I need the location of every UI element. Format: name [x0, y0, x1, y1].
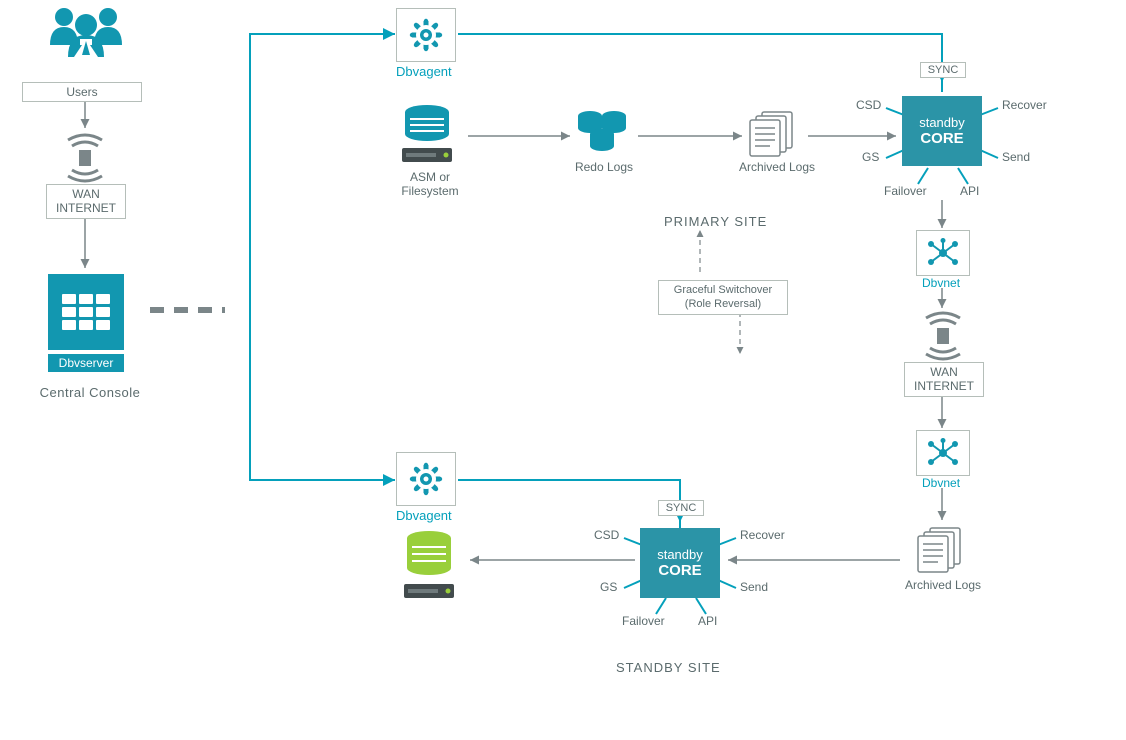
asm-label: ASM or Filesystem	[392, 170, 468, 198]
dbvserver-label: Dbvserver	[48, 354, 124, 372]
spoke-gs-1: GS	[862, 150, 879, 164]
spoke-failover-1: Failover	[884, 184, 927, 198]
standby-core-2: standby CORE	[640, 528, 720, 598]
archived-logs-label-2: Archived Logs	[898, 578, 988, 592]
core-text-2a: standby	[657, 547, 703, 562]
dbvagent-label-1: Dbvagent	[396, 64, 452, 79]
dbvserver-icon	[48, 274, 124, 350]
primary-site-title: PRIMARY SITE	[664, 214, 767, 229]
spoke-recover-2: Recover	[740, 528, 785, 542]
core-text-1b: CORE	[920, 130, 963, 147]
archived-logs-icon-1	[746, 108, 802, 158]
spoke-csd-1: CSD	[856, 98, 881, 112]
asm-icon	[396, 104, 458, 166]
dbvnet-icon-2	[916, 430, 970, 476]
core-text-1a: standby	[919, 115, 965, 130]
spoke-sync-2: SYNC	[658, 500, 704, 516]
central-console-label: Central Console	[20, 385, 160, 400]
users-label: Users	[22, 82, 142, 102]
redo-logs-label: Redo Logs	[566, 160, 642, 174]
standby-db-icon	[398, 530, 460, 602]
dbvagent-icon-1	[396, 8, 456, 62]
wan-icon	[62, 132, 108, 184]
wan-icon-2	[920, 310, 966, 362]
spoke-recover-1: Recover	[1002, 98, 1047, 112]
spoke-failover-2: Failover	[622, 614, 665, 628]
spoke-send-2: Send	[740, 580, 768, 594]
standby-core-1: standby CORE	[902, 96, 982, 166]
standby-site-title: STANDBY SITE	[616, 660, 721, 675]
spoke-api-1: API	[960, 184, 979, 198]
core-text-2b: CORE	[658, 562, 701, 579]
spoke-api-2: API	[698, 614, 717, 628]
spoke-send-1: Send	[1002, 150, 1030, 164]
dbvagent-label-2: Dbvagent	[396, 508, 452, 523]
spoke-gs-2: GS	[600, 580, 617, 594]
dbvnet-icon-1	[916, 230, 970, 276]
spoke-csd-2: CSD	[594, 528, 619, 542]
archived-logs-icon-2	[914, 524, 970, 574]
wan-label: WAN INTERNET	[46, 184, 126, 219]
users-icon	[44, 5, 128, 61]
redo-logs-icon	[572, 108, 632, 154]
dbvnet-label-1: Dbvnet	[922, 276, 960, 290]
archived-logs-label-1: Archived Logs	[732, 160, 822, 174]
switchover-label: Graceful Switchover (Role Reversal)	[658, 280, 788, 315]
spoke-sync-1: SYNC	[920, 62, 966, 78]
dbvnet-label-2: Dbvnet	[922, 476, 960, 490]
dbvagent-icon-2	[396, 452, 456, 506]
wan-label-2: WAN INTERNET	[904, 362, 984, 397]
